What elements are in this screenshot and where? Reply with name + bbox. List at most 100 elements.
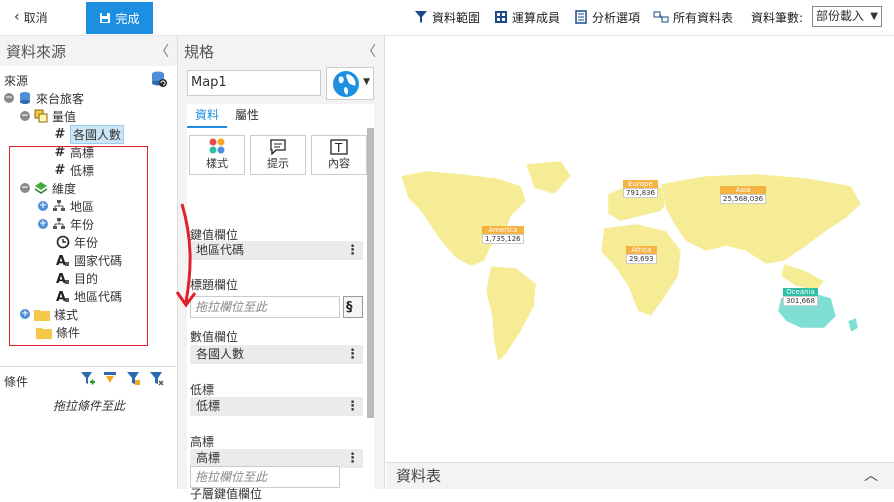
spec-title: 規格 [184, 42, 215, 61]
map-label-name: Asia [720, 186, 767, 194]
map-label-value: 25,568,036 [720, 194, 767, 204]
more-icon[interactable]: ⋮ [346, 449, 359, 468]
all-tables-button[interactable]: 所有資料表 [653, 0, 733, 34]
source-label-row: 來源 [4, 71, 28, 89]
calc-member-button[interactable]: 運算成員 [494, 0, 560, 34]
cancel-label: 取消 [23, 10, 48, 25]
data-count-value: 部份載入 [816, 9, 865, 23]
conditions-area[interactable]: 條件 拖拉條件至此 [0, 366, 178, 489]
chevron-up-icon[interactable]: ︿ [864, 463, 878, 490]
more-icon[interactable]: ⋮ [346, 241, 359, 260]
collapse-icon[interactable]: − [4, 93, 14, 103]
style-button-label: 樣式 [206, 157, 228, 170]
source-label: 來源 [4, 73, 29, 88]
analysis-options-label: 分析選項 [592, 10, 641, 25]
map-region-new-zealand [847, 317, 859, 333]
tree-root-label: 來台旅客 [36, 91, 85, 106]
top-toolbar: ‹ 取消 完成 資料範圍 運算成員 分析選項 所有資料表 資料筆數: 部份載入 … [0, 0, 894, 36]
spec-header: 規格 〈 [178, 36, 384, 66]
filter-icon [415, 11, 427, 23]
database-icon [20, 92, 30, 104]
done-button[interactable]: 完成 [86, 2, 153, 34]
map-label-value: 791,836 [623, 188, 658, 198]
map-label-name: Europe [623, 180, 658, 188]
value-field-box[interactable]: 各國人數 ⋮ [190, 345, 363, 364]
filter-remove-icon[interactable] [149, 371, 164, 386]
save-icon [100, 13, 111, 23]
map-name-value: Map1 [191, 75, 227, 90]
data-count-select[interactable]: 部份載入 ▼ [812, 6, 882, 27]
map-label-name: America [482, 226, 524, 234]
dropdown-arrow-icon: ▼ [870, 11, 878, 22]
svg-text:§: § [346, 300, 353, 315]
map-label-value: 1,735,126 [482, 234, 524, 244]
filter-down-icon[interactable] [103, 371, 118, 386]
content-button[interactable]: T 內容 [311, 135, 367, 175]
expression-button[interactable]: § [343, 296, 363, 318]
conditions-label: 條件 [4, 375, 29, 389]
high-field-value: 高標 [196, 451, 221, 465]
map-region-africa [600, 223, 682, 317]
collapse-mid-icon[interactable]: 〈 [362, 41, 376, 61]
chevron-left-icon: ‹ [14, 9, 20, 25]
tree-root[interactable]: − 來台旅客 [4, 89, 84, 107]
comment-icon [270, 139, 286, 155]
annotation-arrow [175, 203, 197, 308]
measures-icon [34, 109, 48, 123]
map-label-asia: Asia 25,568,036 [720, 186, 767, 204]
tab-properties[interactable]: 屬性 [227, 104, 267, 128]
highlight-box [9, 146, 148, 346]
palette-icon [209, 138, 225, 154]
conditions-placeholder: 拖拉條件至此 [52, 399, 125, 413]
formula-icon: § [346, 300, 353, 315]
cancel-button[interactable]: ‹ 取消 [14, 0, 48, 34]
tables-icon [653, 11, 669, 23]
more-icon[interactable]: ⋮ [346, 345, 359, 364]
measures-folder-label: 量值 [52, 109, 77, 124]
data-count-text: 資料筆數: [751, 10, 804, 25]
text-icon: T [330, 139, 348, 155]
spec-tabs: 資料 屬性 [187, 104, 374, 128]
scrollbar[interactable] [367, 128, 374, 418]
analysis-options-button[interactable]: 分析選項 [574, 0, 640, 34]
measures-folder[interactable]: − 量值 [20, 107, 76, 125]
filter-list-icon[interactable] [126, 371, 141, 386]
data-table-bar[interactable]: 資料表 ︿ [386, 462, 894, 489]
subkey-field-dropzone[interactable]: 拖拉欄位至此 [190, 466, 340, 488]
add-filter-icon[interactable] [80, 371, 95, 386]
map-region-south-america [485, 265, 537, 362]
value-field-value: 各國人數 [196, 347, 245, 361]
all-tables-label: 所有資料表 [673, 10, 734, 25]
tooltip-button-label: 提示 [267, 157, 289, 170]
map-label-europe: Europe 791,836 [623, 180, 658, 198]
style-button[interactable]: 樣式 [189, 135, 245, 175]
map-name-input[interactable]: Map1 [187, 70, 321, 96]
collapse-left-icon[interactable]: 〈 [155, 41, 169, 61]
map-region-greenland [525, 160, 572, 195]
subkey-field-placeholder: 拖拉欄位至此 [195, 470, 268, 484]
data-table-title: 資料表 [396, 467, 442, 485]
map-type-select[interactable]: ▼ [326, 67, 374, 100]
map-region-southeast-asia [780, 263, 825, 292]
tab-data[interactable]: 資料 [187, 104, 228, 128]
measure-item[interactable]: # 各國人數 [54, 124, 125, 144]
data-source-panel: 資料來源 〈 來源 − 來台旅客 − 量值 # 各國人數 # 高標 # 低標 −… [0, 36, 178, 489]
data-range-button[interactable]: 資料範圍 [414, 0, 480, 34]
map-label-africa: Africa 29,693 [626, 246, 657, 264]
collapse-icon[interactable]: − [20, 111, 30, 121]
map-canvas[interactable]: Europe 791,836 Asia 25,568,036 America 1… [386, 36, 894, 460]
tooltip-button[interactable]: 提示 [250, 135, 306, 175]
refresh-db-icon[interactable] [150, 70, 168, 88]
calculator-icon [495, 11, 507, 23]
map-label-value: 29,693 [626, 254, 657, 264]
number-icon: # [54, 126, 66, 142]
svg-text:T: T [334, 141, 343, 155]
map-label-value: 301,668 [783, 296, 818, 306]
low-field-box[interactable]: 低標 ⋮ [190, 397, 363, 416]
low-field-label: 低標 [190, 383, 215, 397]
data-range-label: 資料範圍 [432, 10, 481, 25]
value-field-label: 數值欄位 [190, 330, 239, 344]
calc-member-label: 運算成員 [512, 10, 561, 25]
map-label-america: America 1,735,126 [482, 226, 524, 244]
more-icon[interactable]: ⋮ [346, 397, 359, 416]
